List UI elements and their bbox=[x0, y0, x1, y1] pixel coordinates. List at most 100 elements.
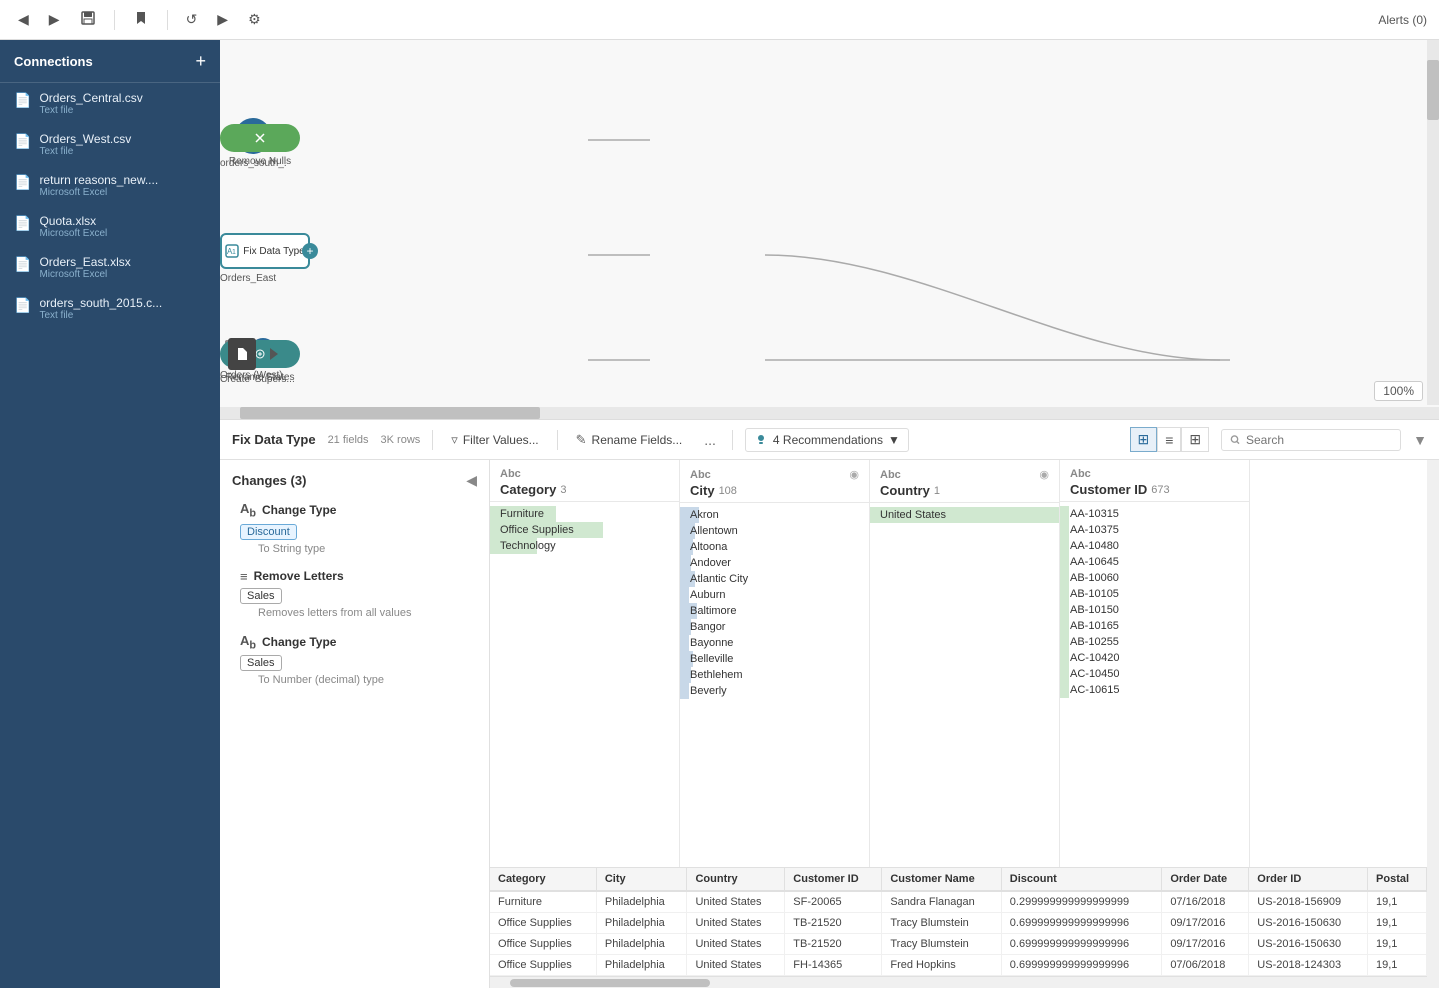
change-desc-0: To String type bbox=[240, 543, 477, 555]
add-connection-button[interactable]: + bbox=[195, 52, 206, 70]
col-value-row-3-5: AB-10105 bbox=[1060, 586, 1249, 602]
change-badge-1[interactable]: Sales bbox=[240, 588, 282, 604]
sidebar-item-orders-south[interactable]: 📄 orders_south_2015.c... Text file bbox=[0, 288, 220, 329]
col-values-3: AA-10315 AA-10375 AA-10480 AA-10645 bbox=[1060, 502, 1249, 867]
col-value-row-3-8: AB-10255 bbox=[1060, 634, 1249, 650]
col-value-text-1-4: Atlantic City bbox=[690, 573, 748, 585]
sidebar-item-return-reasons[interactable]: 📄 return reasons_new.... Microsoft Excel bbox=[0, 165, 220, 206]
col-value-row-3-6: AB-10150 bbox=[1060, 602, 1249, 618]
sidebar-item-orders-west[interactable]: 📄 Orders_West.csv Text file bbox=[0, 124, 220, 165]
alerts-button[interactable]: Alerts (0) bbox=[1378, 13, 1427, 27]
table-cell-1-2: United States bbox=[687, 913, 785, 934]
rename-fields-button[interactable]: ✎ Rename Fields... bbox=[570, 428, 689, 452]
col-value-row-2-0: United States bbox=[870, 507, 1059, 523]
fix-data-type-add-button[interactable]: + bbox=[302, 243, 318, 259]
change-badge-0[interactable]: Discount bbox=[240, 524, 297, 540]
file-name-0: Orders_Central.csv bbox=[39, 91, 142, 105]
file-type-0: Text file bbox=[39, 105, 142, 116]
col-value-text-2-0: United States bbox=[880, 509, 946, 521]
change-type-icon-1: ≡ bbox=[240, 569, 248, 584]
file-icon-2: 📄 bbox=[14, 174, 31, 191]
table-view-button[interactable]: ⊞ bbox=[1181, 427, 1209, 452]
table-cell-2-4: Tracy Blumstein bbox=[882, 934, 1001, 955]
table-header-0: Category bbox=[490, 868, 596, 891]
changes-collapse-button[interactable]: ◀ bbox=[466, 472, 477, 489]
col-card-1: Abc ◉ City 108 Akron Allentown bbox=[680, 460, 870, 867]
file-type-4: Microsoft Excel bbox=[39, 269, 130, 280]
type-label-1: Abc bbox=[690, 469, 711, 481]
settings-button[interactable]: ⚙ bbox=[242, 7, 267, 32]
canvas-area: orders_south_. Remove Nulls Orders_East bbox=[220, 40, 1439, 420]
col-value-text-1-1: Allentown bbox=[690, 525, 738, 537]
sidebar-item-quota[interactable]: 📄 Quota.xlsx Microsoft Excel bbox=[0, 206, 220, 247]
file-name-3: Quota.xlsx bbox=[39, 214, 107, 228]
sidebar-item-orders-central[interactable]: 📄 Orders_Central.csv Text file bbox=[0, 83, 220, 124]
panel-right-scrollbar[interactable] bbox=[1427, 460, 1439, 988]
col-value-text-0-2: Technology bbox=[500, 540, 556, 552]
col-name-0: Category bbox=[500, 482, 556, 497]
col-header-1: Abc ◉ City 108 bbox=[680, 460, 869, 503]
col-value-row-1-10: Bethlehem bbox=[680, 667, 869, 683]
col-value-row-1-4: Atlantic City bbox=[680, 571, 869, 587]
node-remove-nulls[interactable]: Remove Nulls bbox=[220, 124, 300, 167]
lightbulb-icon bbox=[754, 433, 768, 447]
table-header-1: City bbox=[596, 868, 687, 891]
col-value-row-3-0: AA-10315 bbox=[1060, 506, 1249, 522]
node-create-supers[interactable]: Create 'Supers... bbox=[220, 338, 295, 385]
type-label-2: Abc bbox=[880, 469, 901, 481]
canvas-vscroll[interactable] bbox=[1427, 40, 1439, 405]
search-input[interactable] bbox=[1246, 433, 1392, 447]
type-label-3: Abc bbox=[1070, 468, 1091, 480]
change-type-icon-2: Ab bbox=[240, 633, 256, 652]
change-item-2: Ab Change Type Sales To Number (decimal)… bbox=[232, 633, 477, 687]
node-label-create-supers: Create 'Supers... bbox=[220, 374, 295, 385]
node-fix-data-type[interactable]: A 1 Fix Data Type + bbox=[220, 233, 310, 269]
list-view-button[interactable]: ≡ bbox=[1157, 427, 1181, 452]
gender-icon-1: ◉ bbox=[849, 468, 859, 481]
data-view: Abc Category 3 Furniture Office Supplies bbox=[490, 460, 1427, 988]
col-card-3: Abc Customer ID 673 AA-10315 AA-10375 bbox=[1060, 460, 1250, 867]
col-value-text-1-6: Baltimore bbox=[690, 605, 736, 617]
table-cell-3-6: 07/06/2018 bbox=[1162, 955, 1249, 976]
change-name-0: Change Type bbox=[262, 503, 336, 517]
bookmark-button[interactable] bbox=[127, 6, 155, 33]
sidebar-header: Connections + bbox=[0, 40, 220, 83]
table-cell-0-4: Sandra Flanagan bbox=[882, 891, 1001, 913]
refresh-button[interactable]: ↺ bbox=[180, 7, 204, 32]
node-label-remove-nulls: Remove Nulls bbox=[229, 156, 291, 167]
change-type-icon-0: Ab bbox=[240, 501, 256, 520]
filter-values-button[interactable]: ▿ Filter Values... bbox=[445, 428, 544, 452]
table-cell-2-3: TB-21520 bbox=[785, 934, 882, 955]
grid-view-button[interactable]: ⊞ bbox=[1130, 427, 1158, 452]
col-value-row-1-8: Bayonne bbox=[680, 635, 869, 651]
panel-sep-3 bbox=[732, 430, 733, 450]
col-value-row-3-10: AC-10450 bbox=[1060, 666, 1249, 682]
canvas-hscroll[interactable] bbox=[220, 407, 1439, 419]
play-button[interactable]: ▶ bbox=[211, 7, 234, 32]
table-row: FurniturePhiladelphiaUnited StatesSF-200… bbox=[490, 891, 1427, 913]
col-header-2: Abc ◉ Country 1 bbox=[870, 460, 1059, 503]
back-button[interactable]: ◀ bbox=[12, 7, 35, 32]
table-row: Office SuppliesPhiladelphiaUnited States… bbox=[490, 955, 1427, 976]
search-expand-button[interactable]: ▼ bbox=[1413, 432, 1427, 448]
changes-title: Changes (3) bbox=[232, 473, 306, 488]
forward-button[interactable]: ▶ bbox=[43, 7, 66, 32]
col-value-row-1-9: Belleville bbox=[680, 651, 869, 667]
col-count-3: 673 bbox=[1151, 484, 1169, 496]
col-value-row-1-2: Altoona bbox=[680, 539, 869, 555]
change-item-header-0: Ab Change Type bbox=[240, 501, 477, 520]
more-options-button[interactable]: ... bbox=[700, 432, 720, 448]
zoom-control: 100% bbox=[1374, 381, 1423, 401]
rename-icon: ✎ bbox=[576, 432, 587, 448]
node-label-orders-east: Orders_East bbox=[220, 273, 276, 284]
recommendations-button[interactable]: 4 Recommendations ▼ bbox=[745, 428, 909, 452]
col-values-1: Akron Allentown Altoona Andover bbox=[680, 503, 869, 867]
col-value-text-3-0: AA-10315 bbox=[1070, 508, 1119, 520]
horizontal-scrollbar[interactable] bbox=[490, 976, 1427, 988]
col-values-0: Furniture Office Supplies Technology bbox=[490, 502, 679, 867]
table-header-6: Order Date bbox=[1162, 868, 1249, 891]
change-badge-2[interactable]: Sales bbox=[240, 655, 282, 671]
save-button[interactable] bbox=[74, 6, 102, 33]
sidebar-item-orders-east[interactable]: 📄 Orders_East.xlsx Microsoft Excel bbox=[0, 247, 220, 288]
search-icon bbox=[1230, 434, 1241, 446]
